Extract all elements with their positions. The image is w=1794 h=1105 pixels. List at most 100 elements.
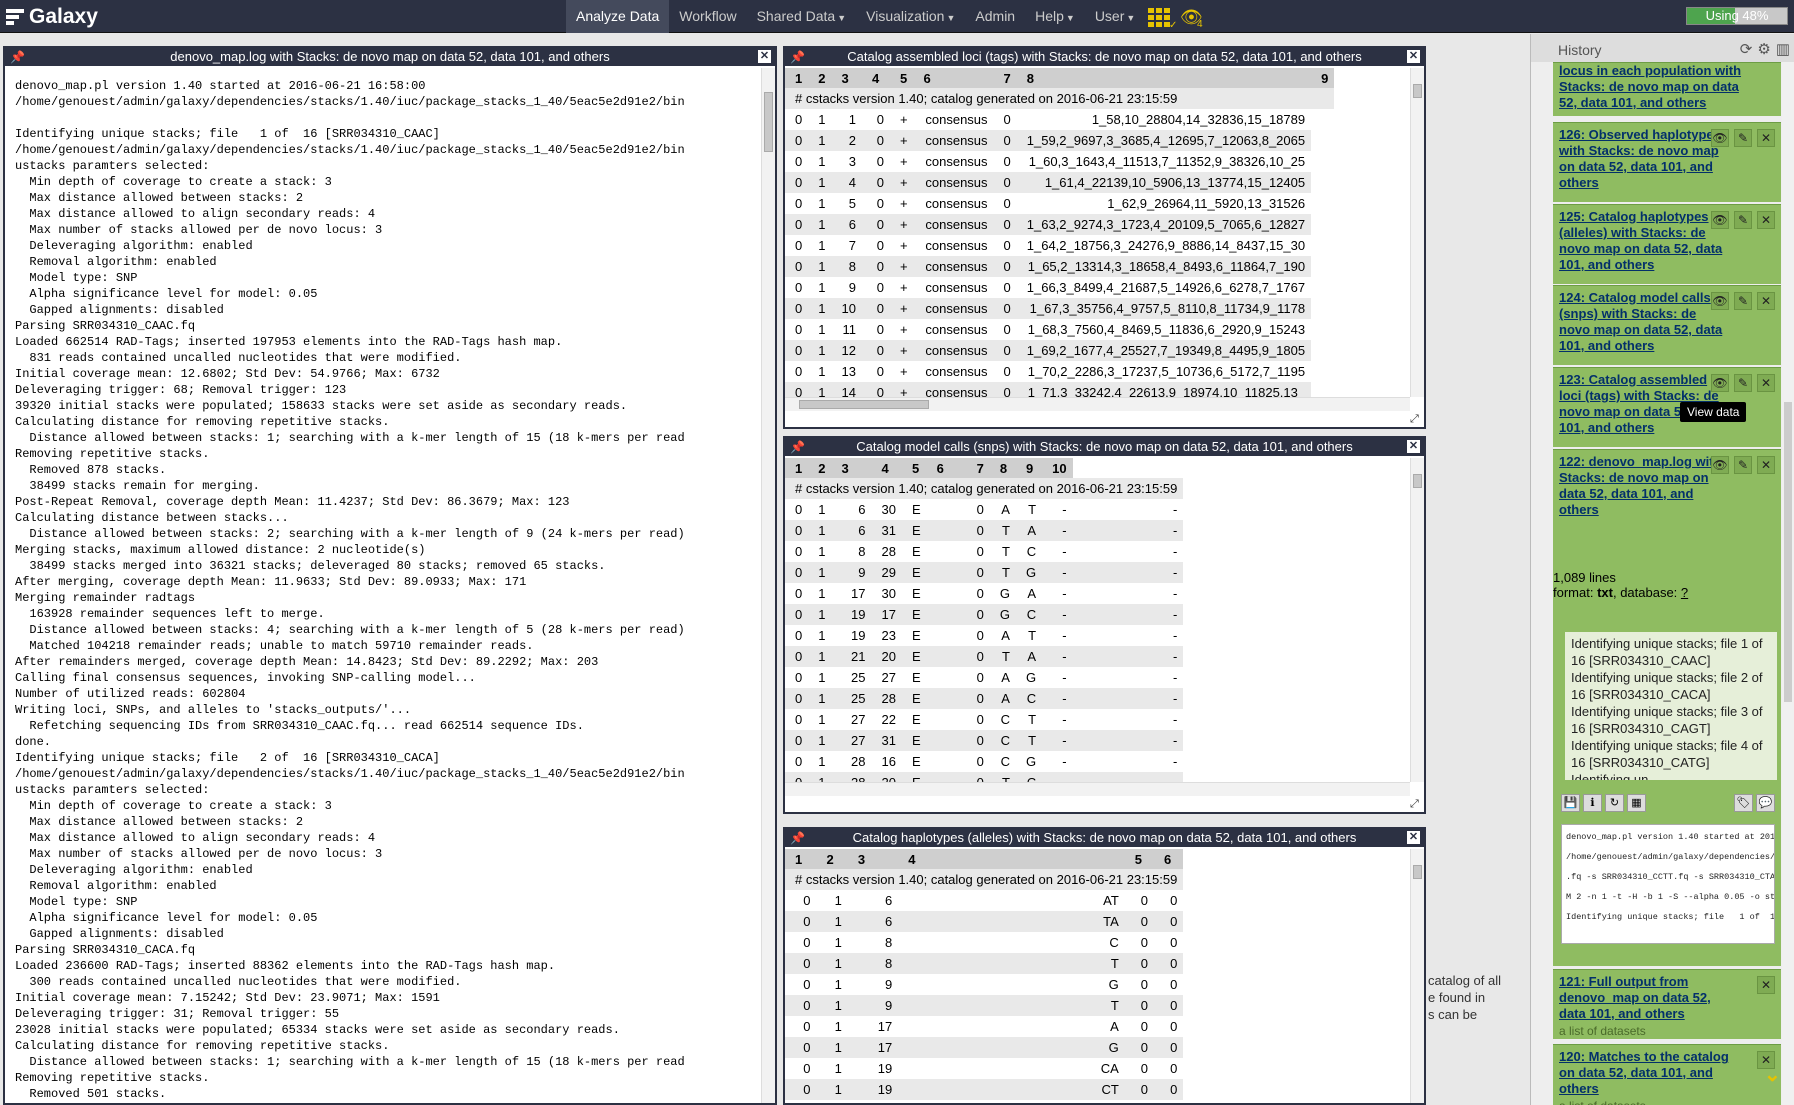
history-item[interactable]: 124: Catalog model calls (snps) with Sta… — [1553, 285, 1781, 365]
pin-icon[interactable]: 📌 — [790, 829, 805, 847]
column-header[interactable]: 4 — [898, 849, 1125, 869]
chevron-down-icon[interactable]: ⌄ — [1764, 1062, 1781, 1087]
column-header[interactable]: 3 — [847, 849, 899, 869]
column-header[interactable]: 8 — [989, 458, 1016, 478]
nav-user[interactable]: User ▼ — [1085, 0, 1145, 33]
column-header[interactable]: 3 — [831, 458, 872, 478]
history-item-title[interactable]: 126: Observed haplotypes with Stacks: de… — [1559, 127, 1729, 191]
loci-vertical-scrollbar[interactable] — [1410, 68, 1424, 397]
close-icon[interactable]: ✕ — [1407, 440, 1420, 453]
loci-frame-titlebar[interactable]: 📌 Catalog assembled loci (tags) with Sta… — [785, 48, 1424, 66]
column-header[interactable]: 2 — [808, 68, 832, 88]
close-icon[interactable]: ✕ — [1407, 50, 1420, 63]
column-header[interactable]: 2 — [808, 458, 832, 478]
column-header[interactable]: 2 — [816, 849, 848, 869]
history-item[interactable]: 120: Matches to the catalog on data 52, … — [1553, 1044, 1781, 1105]
eye-icon[interactable]: 👁 — [1711, 456, 1729, 474]
eye-icon[interactable]: 👁 — [1711, 374, 1729, 392]
delete-icon[interactable]: ✕ — [1757, 129, 1775, 147]
snps-vertical-scrollbar[interactable] — [1410, 458, 1424, 782]
history-item[interactable]: 121: Full output from denovo_map on data… — [1553, 969, 1781, 1039]
delete-icon[interactable]: ✕ — [1757, 976, 1775, 994]
column-header[interactable]: 7 — [993, 68, 1017, 88]
column-header[interactable]: 5 — [901, 458, 927, 478]
haplotypes-vertical-scrollbar[interactable] — [1410, 849, 1424, 1103]
rerun-icon[interactable]: ↻ — [1605, 794, 1624, 812]
resize-icon[interactable]: ⤢ — [1410, 798, 1422, 810]
delete-icon[interactable]: ✕ — [1757, 211, 1775, 229]
pencil-icon[interactable]: ✎ — [1734, 292, 1752, 310]
close-icon[interactable]: ✕ — [1407, 831, 1420, 844]
comment-icon[interactable]: 💬 — [1756, 794, 1775, 812]
quota-meter[interactable]: Using 48% — [1686, 7, 1788, 25]
column-header[interactable]: 4 — [871, 458, 902, 478]
gear-icon[interactable]: ⚙ — [1757, 40, 1770, 58]
eye-icon[interactable]: 👁 — [1711, 129, 1729, 147]
delete-icon[interactable]: ✕ — [1757, 292, 1775, 310]
column-header[interactable]: 3 — [831, 68, 862, 88]
pencil-icon[interactable]: ✎ — [1734, 211, 1752, 229]
log-frame[interactable]: 📌 denovo_map.log with Stacks: de novo ma… — [3, 46, 777, 1105]
info-icon[interactable]: ℹ — [1583, 794, 1602, 812]
column-header[interactable]: 5 — [889, 68, 914, 88]
loci-horizontal-scrollbar[interactable] — [785, 397, 1410, 411]
columns-icon[interactable]: ▥ — [1776, 40, 1790, 58]
eye-icon[interactable]: 👁 — [1711, 211, 1729, 229]
column-header[interactable]: 6 — [926, 458, 967, 478]
history-scrollbar[interactable] — [1782, 62, 1794, 1105]
nav-workflow[interactable]: Workflow — [669, 0, 746, 33]
pin-icon[interactable]: 📌 — [790, 438, 805, 456]
nav-visualization[interactable]: Visualization ▼ — [856, 0, 965, 33]
history-item[interactable]: 126: Observed haplotypes with Stacks: de… — [1553, 122, 1781, 202]
snps-frame-titlebar[interactable]: 📌 Catalog model calls (snps) with Stacks… — [785, 438, 1424, 456]
scratchbook-grid-icon[interactable]: ✓ — [1148, 8, 1177, 31]
nav-help[interactable]: Help ▼ — [1025, 0, 1085, 33]
nav-analyze-data[interactable]: Analyze Data — [566, 0, 670, 33]
history-item-title[interactable]: locus in each population with Stacks: de… — [1559, 63, 1759, 111]
history-item-title[interactable]: 125: Catalog haplotypes (alleles) with S… — [1559, 209, 1729, 273]
history-item-127[interactable]: locus in each population with Stacks: de… — [1553, 62, 1781, 116]
column-header[interactable]: 7 — [966, 458, 990, 478]
scratchbook-eye-icon[interactable]: 👁 4 — [1180, 7, 1203, 30]
snps-horizontal-scrollbar[interactable] — [785, 782, 1410, 796]
history-item-title[interactable]: 124: Catalog model calls (snps) with Sta… — [1559, 290, 1729, 354]
history-item-title[interactable]: 120: Matches to the catalog on data 52, … — [1559, 1049, 1729, 1097]
pencil-icon[interactable]: ✎ — [1734, 456, 1752, 474]
tag-icon[interactable]: 🏷 — [1734, 794, 1753, 812]
history-item-title[interactable]: 121: Full output from denovo_map on data… — [1559, 974, 1729, 1022]
history-item[interactable]: 122: denovo_map.log with Stacks: de novo… — [1553, 449, 1781, 570]
resize-icon[interactable]: ⤢ — [1410, 413, 1422, 425]
delete-icon[interactable]: ✕ — [1757, 456, 1775, 474]
pencil-icon[interactable]: ✎ — [1734, 129, 1752, 147]
eye-icon[interactable]: 👁 — [1711, 292, 1729, 310]
log-frame-titlebar[interactable]: 📌 denovo_map.log with Stacks: de novo ma… — [5, 48, 775, 66]
nav-shared-data[interactable]: Shared Data ▼ — [747, 0, 857, 33]
column-header[interactable]: 1 — [785, 849, 817, 869]
log-vertical-scrollbar[interactable] — [761, 68, 775, 1103]
nav-admin[interactable]: Admin — [965, 0, 1025, 33]
column-header[interactable]: 6 — [1154, 849, 1184, 869]
history-item[interactable]: 123: Catalog assembled loci (tags) with … — [1553, 367, 1781, 447]
loci-frame[interactable]: 📌 Catalog assembled loci (tags) with Sta… — [783, 46, 1426, 429]
column-header[interactable]: 9 — [1311, 68, 1335, 88]
pin-icon[interactable]: 📌 — [10, 48, 25, 66]
column-header[interactable]: 9 — [1015, 458, 1043, 478]
haplotypes-frame-titlebar[interactable]: 📌 Catalog haplotypes (alleles) with Stac… — [785, 829, 1424, 847]
snps-frame[interactable]: 📌 Catalog model calls (snps) with Stacks… — [783, 436, 1426, 814]
column-header[interactable]: 5 — [1124, 849, 1155, 869]
column-header[interactable]: 1 — [785, 458, 809, 478]
column-header[interactable]: 10 — [1042, 458, 1073, 478]
history-item-title[interactable]: 122: denovo_map.log with Stacks: de novo… — [1559, 454, 1729, 518]
galaxy-brand[interactable]: Galaxy — [6, 4, 98, 30]
pin-icon[interactable]: 📌 — [790, 48, 805, 66]
column-header[interactable]: 8 — [1016, 68, 1312, 88]
save-icon[interactable]: 💾 — [1561, 794, 1580, 812]
column-header[interactable]: 4 — [861, 68, 890, 88]
haplotypes-frame[interactable]: 📌 Catalog haplotypes (alleles) with Stac… — [783, 827, 1426, 1105]
visualize-icon[interactable]: ▦ — [1627, 794, 1646, 812]
history-item[interactable]: 125: Catalog haplotypes (alleles) with S… — [1553, 204, 1781, 284]
column-header[interactable]: 6 — [913, 68, 994, 88]
database-link[interactable]: ? — [1681, 585, 1688, 600]
close-icon[interactable]: ✕ — [758, 50, 771, 63]
column-header[interactable]: 1 — [785, 68, 809, 88]
